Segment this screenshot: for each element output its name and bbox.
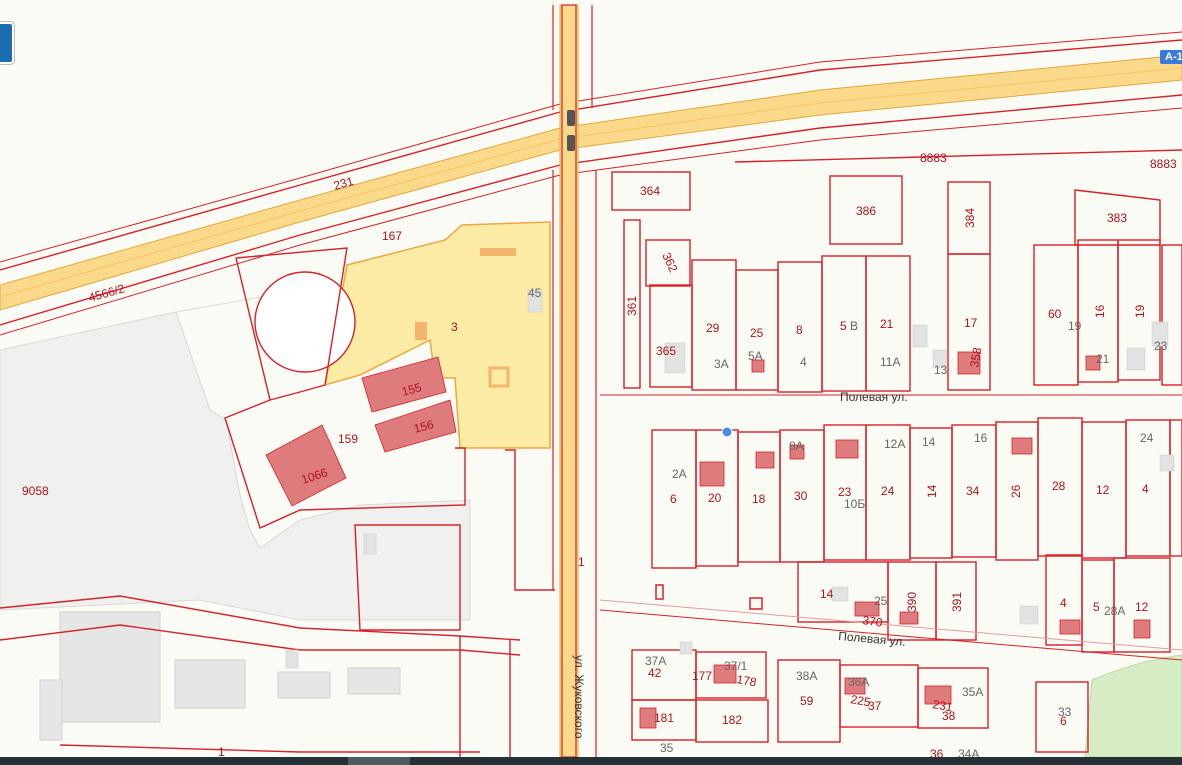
svg-text:19: 19 — [1068, 319, 1082, 333]
parcel-label: 20 — [708, 491, 722, 505]
highway-parcel-label-2: 4566/2 — [87, 281, 126, 305]
park-area — [1084, 654, 1182, 758]
parcel-label: 12 — [1096, 483, 1110, 497]
svg-text:16: 16 — [974, 431, 988, 445]
parcel-label: 19 — [1133, 304, 1147, 318]
parcel-label: 9058 — [22, 484, 49, 498]
svg-text:37/1: 37/1 — [724, 659, 748, 673]
parcel-label: 362 — [659, 250, 680, 274]
svg-text:14: 14 — [922, 435, 936, 449]
parcel-label: 6 — [670, 492, 677, 506]
svg-text:45: 45 — [528, 286, 542, 300]
svg-text:23: 23 — [1154, 339, 1168, 353]
svg-text:37А: 37А — [645, 654, 666, 668]
parcel-label: 14 — [820, 587, 834, 601]
parcel-label: 24 — [881, 484, 895, 498]
parcel-label: 37 — [868, 699, 882, 713]
svg-text:2А: 2А — [672, 467, 687, 481]
parcel-label: 4 — [1142, 482, 1149, 496]
svg-text:11А: 11А — [880, 355, 900, 369]
circular-plot[interactable] — [254, 271, 356, 373]
parcel-label: 28 — [1052, 479, 1066, 493]
parcel-label: 384 — [963, 208, 977, 228]
svg-text:В: В — [850, 319, 858, 333]
parcel-label: 178 — [735, 672, 757, 689]
parcel-label: 38 — [942, 709, 956, 723]
highway-a1[interactable] — [0, 31, 1182, 336]
parcel-label: 365 — [656, 344, 676, 358]
svg-text:38А: 38А — [796, 669, 817, 683]
svg-text:13: 13 — [934, 363, 948, 377]
parcel-label: 364 — [640, 184, 660, 198]
street-zhukovskogo-label: ул. Жуковского — [572, 655, 586, 739]
svg-text:12А: 12А — [884, 437, 905, 451]
parcel-label: 18 — [752, 492, 766, 506]
svg-text:36А: 36А — [848, 675, 869, 689]
parcel-label: 14 — [925, 484, 939, 498]
svg-text:21: 21 — [1096, 352, 1110, 366]
svg-text:25: 25 — [874, 594, 888, 608]
bottom-scrollbar[interactable] — [0, 757, 1182, 765]
route-shield: А-1 — [1160, 50, 1182, 64]
parcel-label: 8883 — [920, 151, 947, 165]
parcel-label: 25 — [750, 326, 764, 340]
parcel-label: 370 — [862, 613, 884, 630]
svg-text:4: 4 — [800, 355, 807, 369]
parcel-label: 12 — [1135, 600, 1149, 614]
parcel-label: 30 — [794, 489, 808, 503]
parcel-label: 42 — [648, 666, 662, 680]
parcel-label: 16 — [1093, 304, 1107, 318]
parcel-label: 177 — [692, 669, 712, 683]
parcel-label: 159 — [338, 432, 358, 446]
parcel-label: 167 — [382, 229, 402, 243]
svg-text:5А: 5А — [748, 349, 763, 363]
industrial-area — [0, 289, 471, 741]
street-polevaya-label: Полевая ул. — [840, 390, 908, 404]
street-zhukovskogo[interactable] — [552, 4, 597, 758]
small-plot-marker — [655, 584, 664, 600]
parcel-label: 390 — [905, 592, 919, 612]
street-polevaya-label-2: Полевая ул. — [838, 629, 906, 649]
parcel-label: 5 — [840, 319, 847, 333]
parcel-label: 361 — [625, 296, 639, 316]
parcel-label: 181 — [654, 711, 674, 725]
parcel-label: 386 — [856, 204, 876, 218]
parcel-label: 4 — [1060, 596, 1067, 610]
parcel-label: 3 — [451, 320, 458, 334]
location-marker-icon[interactable] — [721, 426, 733, 438]
parcel-label: 26 — [1009, 484, 1023, 498]
svg-text:24: 24 — [1140, 431, 1154, 445]
cadastral-map[interactable]: 231 4566/2 ул. Жуковского 1 Полевая ул. … — [0, 0, 1182, 765]
svg-text:33: 33 — [1058, 705, 1072, 719]
svg-text:10Б: 10Б — [844, 497, 865, 511]
parcel-label: 182 — [722, 713, 742, 727]
small-plot-marker — [749, 597, 763, 610]
map-layer-button[interactable] — [0, 22, 14, 64]
parcel-label: 383 — [1107, 211, 1127, 225]
parcel-label: 21 — [880, 317, 894, 331]
parcel-label: 29 — [706, 321, 720, 335]
svg-text:35: 35 — [660, 741, 674, 755]
parcel-label: 8883 — [1150, 157, 1177, 171]
parcel-label: 17 — [964, 316, 978, 330]
parcel-label: 391 — [950, 592, 964, 612]
parcel-label: 358 — [967, 346, 984, 368]
parcel-label: 5 — [1093, 600, 1100, 614]
svg-text:35А: 35А — [962, 685, 983, 699]
svg-text:8А: 8А — [789, 439, 804, 453]
svg-text:3А: 3А — [714, 357, 729, 371]
street-parcel-label: 1 — [578, 555, 585, 569]
parcel-label: 60 — [1048, 307, 1062, 321]
parcel-label: 8 — [796, 323, 803, 337]
svg-text:28А: 28А — [1104, 604, 1125, 618]
scrollbar-thumb[interactable] — [348, 757, 410, 765]
parcel-label: 34 — [966, 484, 980, 498]
parcel-label: 59 — [800, 694, 814, 708]
